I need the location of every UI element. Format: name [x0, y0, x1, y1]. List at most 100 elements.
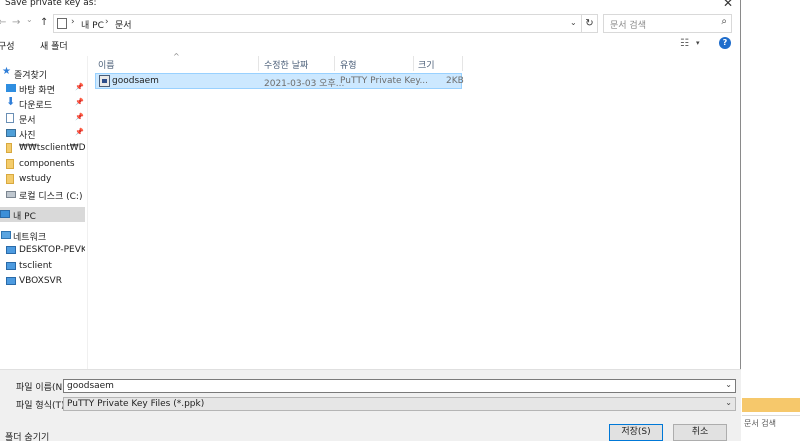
sidebar-item-label: VBOXSVR: [19, 276, 62, 286]
background-search-input: 문서 검색: [742, 415, 800, 441]
sort-ascending-icon: ^: [173, 52, 180, 61]
download-icon: ⬇: [6, 95, 16, 108]
file-size: 2KB: [446, 76, 464, 86]
save-options-panel: 파일 이름(N): goodsaem ⌄ 파일 형식(T): PuTTY Pri…: [0, 369, 741, 443]
sidebar-item-label: 사진: [19, 131, 36, 141]
filetype-value: PuTTY Private Key Files (*.ppk): [67, 399, 205, 409]
recent-locations-icon[interactable]: ⌄: [26, 15, 33, 24]
refresh-button[interactable]: ↻: [582, 14, 598, 33]
column-divider[interactable]: [462, 56, 463, 71]
pin-icon[interactable]: 📌: [75, 113, 84, 121]
pin-icon[interactable]: 📌: [75, 83, 84, 91]
help-icon[interactable]: ?: [719, 37, 731, 49]
sidebar-item-desktop[interactable]: 바탕 화면 📌: [0, 81, 85, 96]
search-input[interactable]: 문서 검색 ⌕: [603, 14, 732, 33]
sidebar-item-label: ₩₩tsclient₩Downlo: [19, 143, 85, 153]
sidebar-item-label: 네트워크: [13, 233, 47, 243]
breadcrumb-my-pc[interactable]: 내 PC: [81, 18, 104, 31]
file-type: PuTTY Private Key...: [340, 76, 429, 86]
title-bar: Save private key as: ✕: [0, 0, 741, 12]
sidebar-item-label: 내 PC: [13, 212, 36, 222]
sidebar-item-wstudy[interactable]: wstudy: [0, 172, 85, 187]
navigation-bar: ← → ⌄ ↑ › 내 PC › 문서 ⌄ ↻ 문서 검색 ⌕: [0, 12, 741, 34]
sidebar-item-label: 바탕 화면: [19, 86, 55, 96]
pc-icon: [57, 18, 67, 29]
navigation-pane: ★ 즐겨찾기 바탕 화면 📌 ⬇ 다운로드 📌 문서 📌 사진 📌 ₩₩tscl…: [0, 56, 85, 369]
sidebar-item-tsclient-downloads[interactable]: ₩₩tsclient₩Downlo: [0, 141, 85, 156]
column-header: ^ 이름 수정한 날짜 유형 크기: [88, 52, 741, 71]
sidebar-item-my-pc[interactable]: 내 PC: [0, 207, 85, 222]
sidebar-item-local-disk[interactable]: 로컬 디스크 (C:): [0, 187, 85, 202]
sidebar-item-label: 다운로드: [19, 101, 53, 111]
sidebar-item-label: DESKTOP-PEVK5SG: [19, 245, 85, 255]
up-arrow-icon[interactable]: ↑: [40, 17, 48, 28]
file-row-goodsaem[interactable]: goodsaem 2021-03-03 오후... PuTTY Private …: [95, 73, 464, 89]
star-icon: ★: [2, 66, 11, 77]
sidebar-item-pictures[interactable]: 사진 📌: [0, 126, 85, 141]
save-dialog: Save private key as: ✕ ← → ⌄ ↑ › 내 PC › …: [0, 0, 741, 443]
filetype-label: 파일 형식(T):: [16, 401, 68, 411]
pictures-icon: [6, 129, 16, 137]
pin-icon[interactable]: 📌: [75, 98, 84, 106]
sidebar-item-network[interactable]: 네트워크: [0, 228, 85, 243]
close-icon[interactable]: ✕: [723, 0, 733, 10]
filetype-select[interactable]: PuTTY Private Key Files (*.ppk) ⌄: [63, 397, 736, 411]
window-title: Save private key as:: [5, 0, 97, 8]
view-options-icon[interactable]: ☷: [680, 38, 689, 49]
column-type-header[interactable]: 유형: [340, 58, 357, 71]
column-size-header[interactable]: 크기: [418, 58, 435, 71]
organize-button[interactable]: 구성: [0, 39, 15, 52]
filename-value: goodsaem: [67, 381, 114, 391]
computer-icon: [6, 246, 16, 254]
desktop-icon: [6, 84, 16, 92]
drive-icon: [6, 191, 16, 198]
pin-icon[interactable]: 📌: [75, 128, 84, 136]
back-arrow-icon[interactable]: ←: [0, 17, 6, 28]
computer-icon: [6, 262, 16, 270]
save-button[interactable]: 저장(S): [609, 424, 663, 441]
forward-arrow-icon[interactable]: →: [12, 17, 20, 28]
column-divider[interactable]: [334, 56, 335, 71]
breadcrumb-separator-icon: ›: [71, 17, 75, 27]
sidebar-item-label: 문서: [19, 116, 36, 126]
putty-key-file-icon: [99, 75, 110, 87]
sidebar-item-label: tsclient: [19, 261, 52, 271]
column-modified-header[interactable]: 수정한 날짜: [264, 58, 308, 71]
address-bar[interactable]: › 내 PC › 문서 ⌄: [53, 14, 582, 33]
chevron-down-icon[interactable]: ⌄: [725, 398, 732, 407]
network-icon: [1, 231, 11, 239]
file-name: goodsaem: [112, 76, 159, 86]
sidebar-item-downloads[interactable]: ⬇ 다운로드 📌: [0, 95, 85, 111]
sidebar-item-tsclient[interactable]: tsclient: [0, 259, 85, 274]
column-divider[interactable]: [413, 56, 414, 71]
folder-icon: [6, 174, 14, 184]
cancel-button[interactable]: 취소: [673, 424, 727, 441]
sidebar-item-components[interactable]: components: [0, 157, 85, 172]
sidebar-item-label: 로컬 디스크 (C:): [19, 192, 83, 202]
document-icon: [6, 113, 14, 123]
chevron-down-icon[interactable]: ⌄: [570, 18, 577, 27]
breadcrumb-documents[interactable]: 문서: [115, 18, 132, 31]
computer-icon: [6, 277, 16, 285]
hide-folders-toggle[interactable]: 폴더 숨기기: [5, 430, 49, 443]
column-divider[interactable]: [258, 56, 259, 71]
sidebar-item-label: components: [19, 159, 75, 169]
folder-icon: [6, 143, 12, 153]
chevron-down-icon[interactable]: ⌄: [725, 380, 732, 389]
sidebar-item-quick-access[interactable]: ★ 즐겨찾기: [0, 66, 85, 81]
sidebar-item-vboxsvr[interactable]: VBOXSVR: [0, 274, 85, 289]
sidebar-item-label: wstudy: [19, 174, 52, 184]
command-bar: 구성 새 폴더 ☷ ▾ ?: [0, 34, 741, 56]
new-folder-button[interactable]: 새 폴더: [40, 39, 68, 52]
filename-input[interactable]: goodsaem ⌄: [63, 379, 736, 393]
column-name-header[interactable]: 이름: [98, 58, 115, 71]
sidebar-item-desktop-pevk5sg[interactable]: DESKTOP-PEVK5SG: [0, 243, 85, 258]
pane-divider[interactable]: [87, 56, 88, 369]
sidebar-item-label: 즐겨찾기: [14, 71, 48, 81]
folder-icon: [6, 159, 14, 169]
sidebar-item-documents[interactable]: 문서 📌: [0, 111, 85, 126]
search-icon[interactable]: ⌕: [721, 16, 727, 27]
pc-icon: [0, 210, 10, 218]
breadcrumb-separator-icon: ›: [105, 17, 109, 27]
view-dropdown-icon[interactable]: ▾: [696, 39, 700, 47]
